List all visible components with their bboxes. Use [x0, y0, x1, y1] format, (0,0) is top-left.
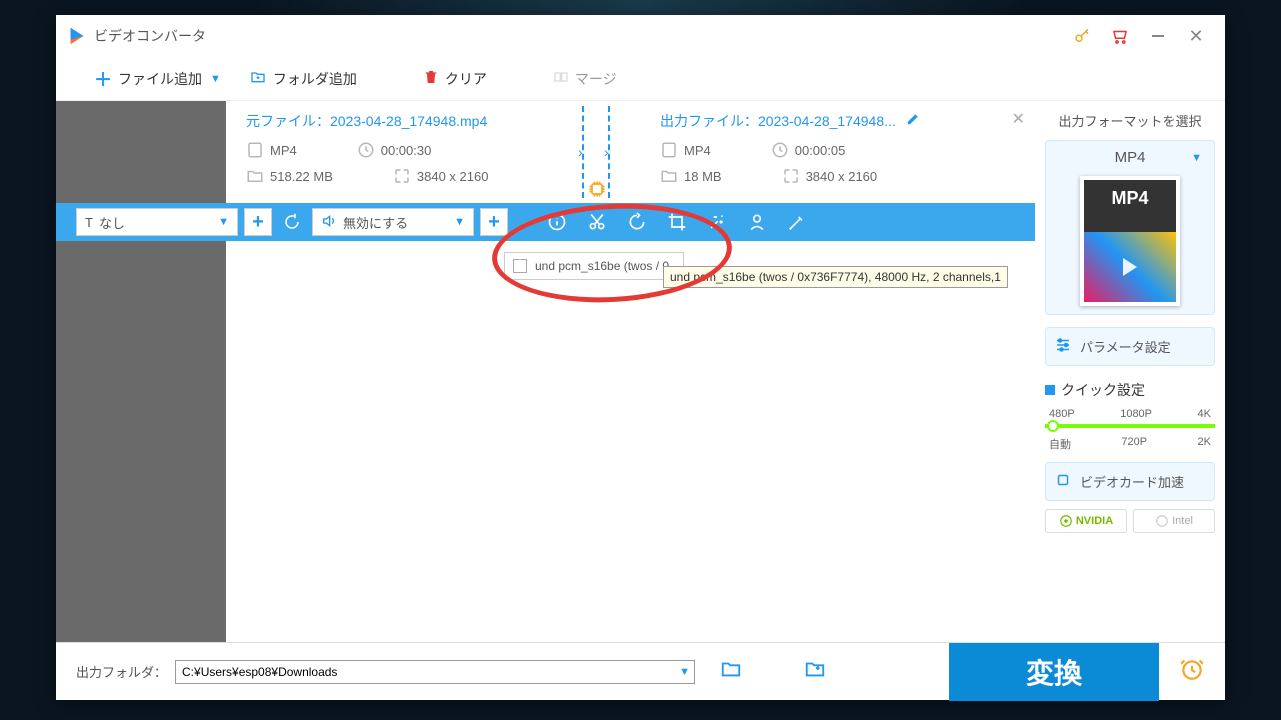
- browse-folder-button[interactable]: [719, 658, 743, 685]
- folder-plus-icon: [249, 69, 267, 88]
- open-folder-button[interactable]: [803, 658, 827, 685]
- chevron-down-icon[interactable]: ▼: [210, 73, 221, 85]
- add-subtitle-button[interactable]: +: [244, 208, 272, 236]
- format-thumbnail: MP4: [1080, 176, 1180, 306]
- merge-icon: [553, 69, 569, 88]
- gpu-accel-button[interactable]: ビデオカード加速: [1045, 462, 1215, 501]
- tooltip: und pcm_s16be (twos / 0x736F7774), 48000…: [663, 266, 1008, 288]
- resolution-row-top: 480P1080P4K: [1045, 408, 1215, 420]
- add-audio-button[interactable]: +: [480, 208, 508, 236]
- effects-icon[interactable]: [700, 205, 734, 239]
- source-resolution: 3840 x 2160: [393, 167, 489, 185]
- cart-icon[interactable]: [1101, 20, 1139, 52]
- output-size: 18 MB: [660, 167, 722, 185]
- chevron-down-icon: ▼: [1191, 152, 1202, 164]
- sidebar-title: 出力フォーマットを選択: [1045, 111, 1215, 130]
- add-folder-button[interactable]: フォルダ追加: [241, 65, 365, 93]
- plus-icon: ＋: [94, 66, 112, 92]
- output-format: MP4: [660, 141, 711, 159]
- param-label: パラメータ設定: [1080, 337, 1171, 356]
- output-path-value: C:¥Users¥esp08¥Downloads: [182, 665, 337, 679]
- option-label: und pcm_s16be (twos / 0: [535, 259, 669, 273]
- left-sidebar: [56, 101, 226, 642]
- merge-button: マージ: [545, 65, 625, 93]
- resolution-row-bottom: 自動720P2K: [1045, 436, 1215, 452]
- app-title: ビデオコンバータ: [94, 26, 206, 46]
- speaker-icon: [321, 213, 337, 232]
- subtitle-dropdown[interactable]: T なし ▼: [76, 208, 238, 236]
- add-file-button[interactable]: ＋ ファイル追加 ▼: [86, 62, 229, 96]
- chevron-down-icon: ▼: [218, 216, 229, 228]
- file-item: 元ファイル：2023-04-28_174948.mp4 MP4 00:00:30: [226, 101, 1035, 203]
- divider: ›: [608, 106, 610, 198]
- source-format: MP4: [246, 141, 297, 159]
- main-toolbar: ＋ ファイル追加 ▼ フォルダ追加 クリア マージ: [56, 57, 1225, 101]
- chevron-down-icon: ▼: [679, 666, 690, 678]
- output-resolution: 3840 x 2160: [782, 167, 878, 185]
- trash-icon: [423, 69, 439, 88]
- intel-badge[interactable]: Intel: [1133, 509, 1215, 533]
- gpu-accel-label: ビデオカード加速: [1080, 472, 1184, 491]
- output-duration: 00:00:05: [771, 141, 846, 159]
- nvidia-badge[interactable]: NVIDIA: [1045, 509, 1127, 533]
- action-bar: T なし ▼ + 無効にする ▼ +: [56, 203, 1035, 241]
- quick-settings-title: クイック設定: [1045, 380, 1215, 400]
- refresh-icon[interactable]: [278, 208, 306, 236]
- source-size: 518.22 MB: [246, 167, 333, 185]
- minimize-button[interactable]: [1139, 20, 1177, 52]
- source-duration: 00:00:30: [357, 141, 432, 159]
- subtitle-value: なし: [99, 213, 125, 232]
- clear-label: クリア: [445, 69, 487, 89]
- chip-icon: [1054, 471, 1072, 492]
- output-file-title: 出力ファイル：2023-04-28_174948...: [660, 111, 960, 131]
- parameter-settings-button[interactable]: パラメータ設定: [1045, 327, 1215, 366]
- divider: ›: [582, 106, 584, 198]
- clear-button[interactable]: クリア: [415, 65, 495, 93]
- convert-label: 変換: [1026, 652, 1082, 692]
- app-logo-icon: [66, 25, 88, 47]
- output-folder-label: 出力フォルダ：: [76, 662, 167, 681]
- chevron-down-icon: ▼: [454, 216, 465, 228]
- cut-icon[interactable]: [580, 205, 614, 239]
- sliders-icon: [1054, 336, 1072, 357]
- output-path-input[interactable]: C:¥Users¥esp08¥Downloads ▼: [175, 660, 695, 684]
- rotate-icon[interactable]: [620, 205, 654, 239]
- add-folder-label: フォルダ追加: [273, 69, 357, 89]
- schedule-icon[interactable]: [1179, 656, 1205, 687]
- file-list: 元ファイル：2023-04-28_174948.mp4 MP4 00:00:30: [226, 101, 1035, 642]
- format-selector[interactable]: MP4 ▼ MP4: [1045, 140, 1215, 315]
- enhance-icon[interactable]: [780, 205, 814, 239]
- remove-item-button[interactable]: ✕: [1012, 109, 1025, 129]
- audio-dropdown-option[interactable]: und pcm_s16be (twos / 0: [504, 252, 684, 280]
- app-window: ビデオコンバータ ✕ ＋ ファイル追加 ▼ フォルダ追加 クリア: [56, 15, 1225, 700]
- close-button[interactable]: ✕: [1177, 20, 1215, 52]
- convert-button[interactable]: 変換: [949, 643, 1159, 701]
- crop-icon[interactable]: [660, 205, 694, 239]
- audio-dropdown[interactable]: 無効にする ▼: [312, 208, 474, 236]
- titlebar: ビデオコンバータ ✕: [56, 15, 1225, 57]
- watermark-icon[interactable]: [740, 205, 774, 239]
- right-sidebar: 出力フォーマットを選択 MP4 ▼ MP4 パラメータ設定 クイック設定: [1035, 101, 1225, 642]
- merge-label: マージ: [575, 69, 617, 89]
- format-label: MP4: [1115, 149, 1146, 166]
- add-file-label: ファイル追加: [118, 69, 202, 89]
- info-icon[interactable]: [540, 205, 574, 239]
- resolution-slider[interactable]: [1045, 424, 1215, 428]
- bottom-bar: 出力フォルダ： C:¥Users¥esp08¥Downloads ▼ 変換: [56, 642, 1225, 700]
- edit-filename-icon[interactable]: [906, 113, 920, 129]
- audio-value: 無効にする: [343, 213, 408, 232]
- source-file-title: 元ファイル：2023-04-28_174948.mp4: [246, 111, 562, 131]
- activate-icon[interactable]: [1063, 20, 1101, 52]
- subtitle-icon: T: [85, 215, 93, 230]
- checkbox[interactable]: [513, 259, 527, 273]
